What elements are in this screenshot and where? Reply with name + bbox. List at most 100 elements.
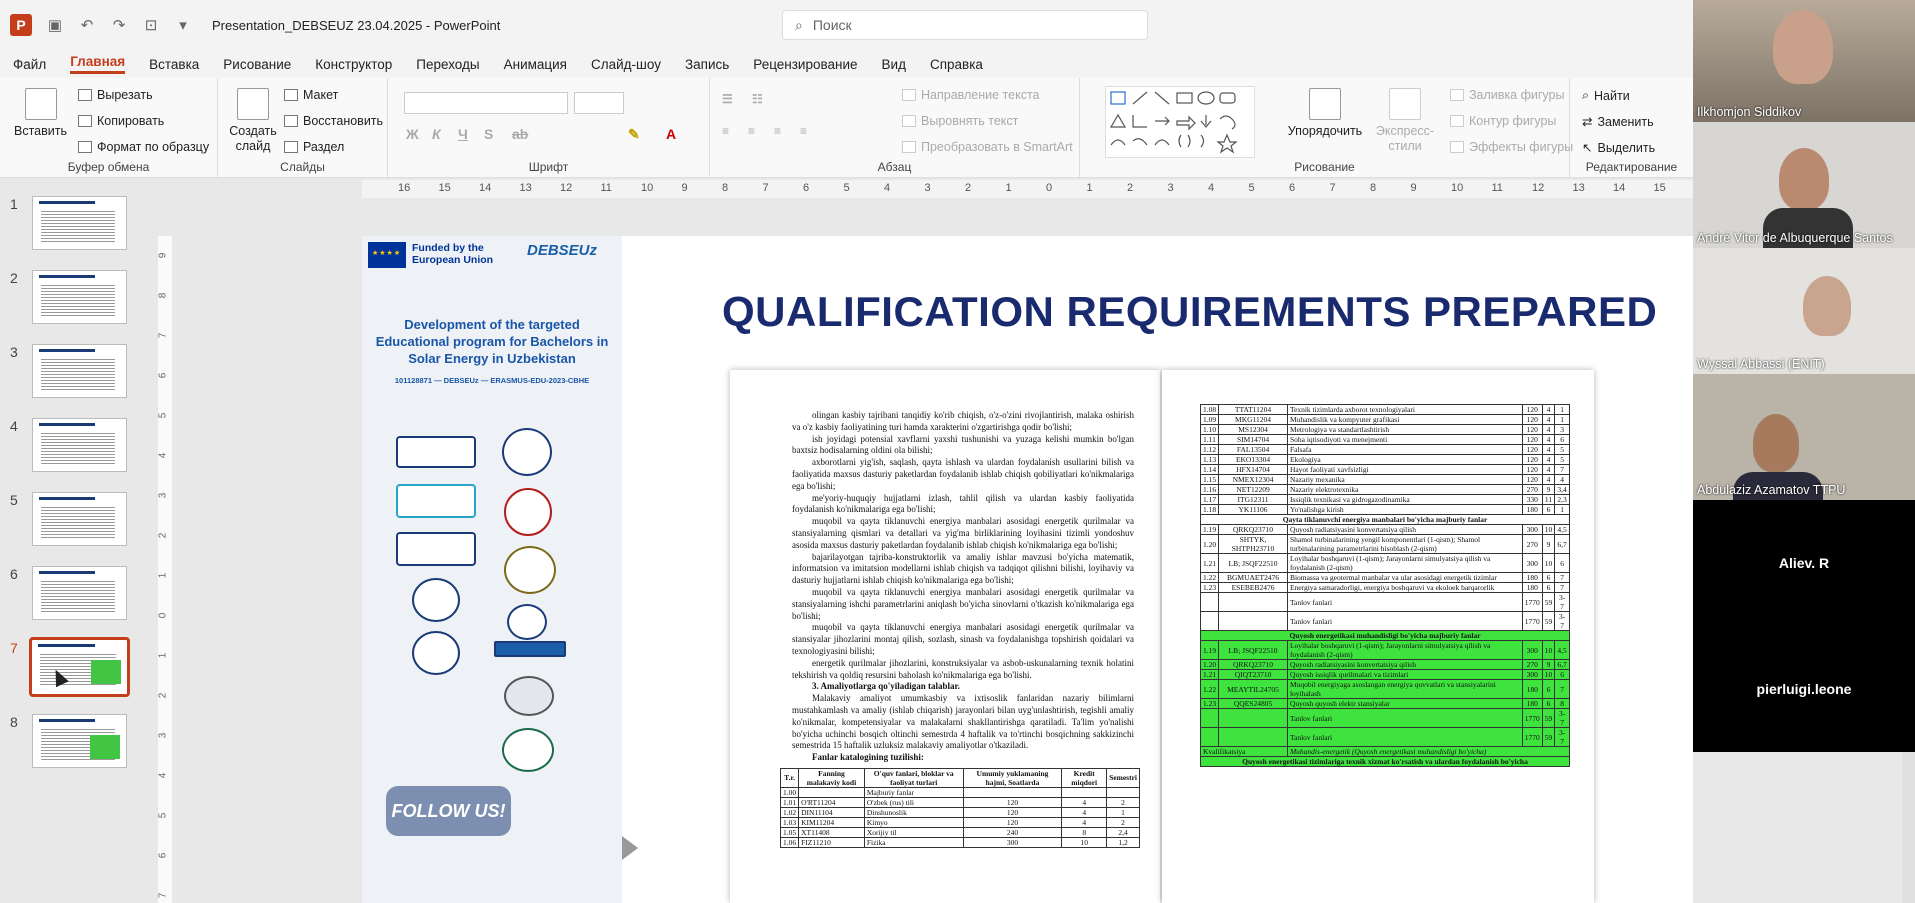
align-right-icon[interactable]: ≡ <box>774 124 781 138</box>
document-text: olingan kasbiy tajribani tanqidiy ko'rib… <box>779 410 1140 848</box>
shadow-icon[interactable]: S <box>484 126 493 142</box>
video-tile[interactable]: André Vitor de Albuquerque Santos <box>1693 122 1915 248</box>
smartart-button[interactable]: Преобразовать в SmartArt <box>902 140 1073 154</box>
quick-styles-button[interactable]: Экспресс-стили <box>1370 88 1440 154</box>
table-cell: Nazariy elektrotexnika <box>1286 484 1523 495</box>
table-cell: 1 <box>1106 806 1140 818</box>
table-cell: Quyosh radiatsiyasini konvertatsiya qili… <box>1286 659 1523 670</box>
shape-effects-button[interactable]: Эффекты фигуры <box>1450 140 1573 154</box>
format-painter-button[interactable]: Формат по образцу <box>78 140 209 154</box>
table-header-cell: Fanning malakaviy kodi <box>798 767 865 788</box>
font-size-select[interactable] <box>574 92 624 114</box>
layout-button[interactable]: Макет <box>284 88 338 102</box>
slide-canvas[interactable]: Funded by the European Union DEBSEUz Dev… <box>362 236 1693 903</box>
slide-thumbnail[interactable] <box>32 418 127 472</box>
slide-thumbnail[interactable] <box>32 492 127 546</box>
slide-thumbnail[interactable] <box>32 344 127 398</box>
justify-icon[interactable]: ≡ <box>800 124 807 138</box>
replace-button[interactable]: ⇄ Заменить <box>1582 114 1654 130</box>
font-color-icon[interactable]: A <box>666 126 676 142</box>
table-cell: 4 <box>1061 806 1108 818</box>
italic-icon[interactable]: К <box>432 126 441 142</box>
table-cell: Muhandislik va kompyuter grafikasi <box>1286 414 1523 425</box>
tab-file[interactable]: Файл <box>13 57 46 72</box>
table-cell: 1.23 <box>1199 582 1220 593</box>
video-tile[interactable]: Wyssal Abbassi (ENIT) <box>1693 248 1915 374</box>
find-button[interactable]: ⌕ Найти <box>1582 88 1630 103</box>
tab-transitions[interactable]: Переходы <box>416 57 479 72</box>
table-cell: Yo'nalishga kirish <box>1286 504 1523 515</box>
paste-button[interactable]: Вставить <box>14 88 67 139</box>
tab-design[interactable]: Конструктор <box>315 57 392 72</box>
new-slide-button[interactable]: Создать слайд <box>228 88 278 154</box>
shape-fill-button[interactable]: Заливка фигуры <box>1450 88 1564 102</box>
cut-button[interactable]: Вырезать <box>78 88 153 102</box>
strikethrough-icon[interactable]: ab <box>512 126 528 142</box>
slide-thumbnail[interactable] <box>29 637 130 697</box>
ruler-tick-label: 9 <box>681 182 688 194</box>
arrange-icon <box>1309 88 1341 120</box>
tab-review[interactable]: Рецензирование <box>753 57 857 72</box>
customize-toolbar-icon[interactable]: ▾ <box>174 16 192 34</box>
table-cell: 330 <box>1521 494 1543 505</box>
search-input[interactable]: ⌕ Поиск <box>782 10 1148 40</box>
tab-record[interactable]: Запись <box>685 57 729 72</box>
reset-button[interactable]: Восстановить <box>284 114 383 128</box>
shape-outline-button[interactable]: Контур фигуры <box>1450 114 1556 128</box>
ruler-tick-label: 2 <box>965 182 972 194</box>
horizontal-ruler[interactable]: 16 15 14 13 12 11 10 9 8 7 6 5 4 3 2 1 0 1 2 3 4 5 6 7 8 9 10 11 12 1… <box>362 180 1706 198</box>
arrange-button[interactable]: Упорядочить <box>1285 88 1365 139</box>
video-tile[interactable]: Ilkhomjon Siddikov <box>1693 0 1915 122</box>
highlight-icon[interactable]: ✎ <box>628 126 640 143</box>
shapes-gallery[interactable] <box>1105 86 1255 158</box>
undo-icon[interactable]: ↶ <box>78 16 96 34</box>
video-tile[interactable]: Aliev. R <box>1693 500 1915 626</box>
table-cell: 120 <box>962 806 1063 818</box>
table-cell: 5 <box>1554 444 1570 455</box>
save-icon[interactable]: ▣ <box>46 16 64 34</box>
video-tile[interactable]: Abdulaziz Azamatov TTPU <box>1693 374 1915 500</box>
tab-animations[interactable]: Анимация <box>504 57 567 72</box>
table-cell: Tanlov fanlari <box>1286 708 1523 728</box>
thumb-highlight <box>91 660 121 684</box>
tab-insert[interactable]: Вставка <box>149 57 199 72</box>
underline-icon[interactable]: Ч <box>458 126 468 142</box>
thumb-body <box>41 209 116 243</box>
video-tile[interactable]: pierluigi.leone <box>1693 626 1915 752</box>
outline-pen-icon <box>1450 115 1464 127</box>
slide-thumbnail[interactable] <box>32 566 127 620</box>
bold-icon[interactable]: Ж <box>406 126 419 142</box>
text-direction-button[interactable]: Направление текста <box>902 88 1040 102</box>
ruler-tick-label: 16 <box>398 182 411 194</box>
tab-draw[interactable]: Рисование <box>223 57 291 72</box>
find-label: Найти <box>1594 88 1630 103</box>
ruler-tick-label: 15 <box>438 182 451 194</box>
table-cell: 3,4 <box>1554 484 1570 495</box>
thumb-title <box>39 497 95 500</box>
redo-icon[interactable]: ↷ <box>110 16 128 34</box>
tab-slideshow[interactable]: Слайд-шоу <box>591 57 661 72</box>
section-button[interactable]: Раздел <box>284 140 344 154</box>
present-icon[interactable]: ⊡ <box>142 16 160 34</box>
numbering-icon[interactable]: ☷ <box>752 92 763 106</box>
bullets-icon[interactable]: ☰ <box>722 92 733 106</box>
table-cell: 10 <box>1541 524 1556 535</box>
ruler-tick-label: 2 <box>157 692 169 699</box>
vertical-ruler[interactable]: 9 8 7 6 5 4 3 2 1 0 1 2 3 4 5 6 7 <box>157 236 172 903</box>
align-left-icon[interactable]: ≡ <box>722 124 729 138</box>
copy-button[interactable]: Копировать <box>78 114 164 128</box>
table-header-cell: Kredit miqdori <box>1061 767 1108 788</box>
font-name-select[interactable] <box>404 92 568 114</box>
table-cell: 6 <box>1554 669 1570 680</box>
tab-view[interactable]: Вид <box>882 57 906 72</box>
align-text-button[interactable]: Выровнять текст <box>902 114 1018 128</box>
tab-help[interactable]: Справка <box>930 57 983 72</box>
select-button[interactable]: ↖ Выделить <box>1582 140 1655 156</box>
slide-thumbnail[interactable] <box>32 196 127 250</box>
slide-thumbnail[interactable] <box>32 714 127 768</box>
slide-thumbnail[interactable] <box>32 270 127 324</box>
align-center-icon[interactable]: ≡ <box>748 124 755 138</box>
table-cell: 10 <box>1541 640 1556 660</box>
table-cell: 120 <box>1521 474 1543 485</box>
tab-home[interactable]: Главная <box>70 54 126 74</box>
